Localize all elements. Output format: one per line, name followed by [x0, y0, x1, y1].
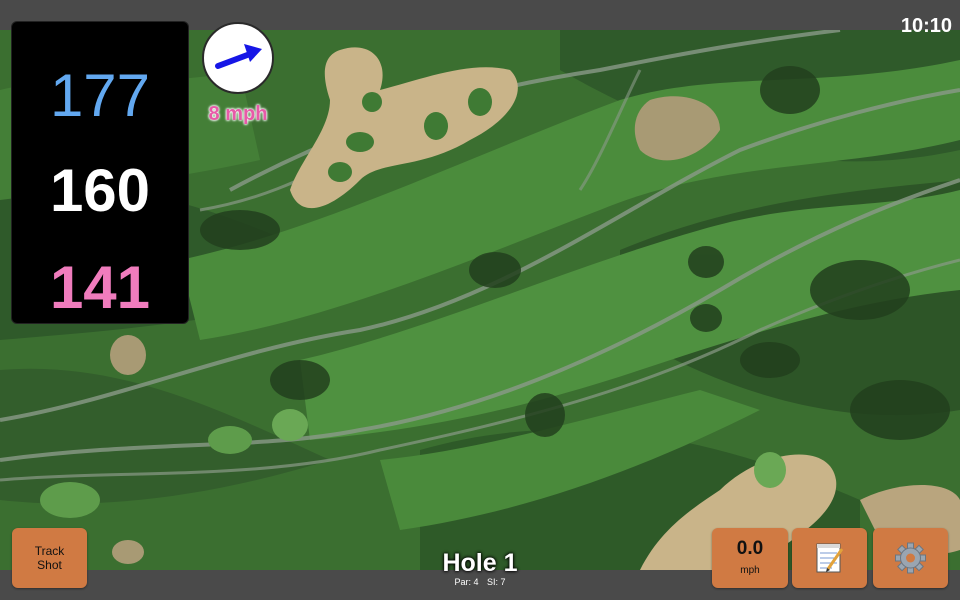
track-shot-label-line1: Track — [34, 544, 65, 558]
notepad-icon — [816, 543, 844, 573]
speed-unit: mph — [740, 565, 760, 576]
distance-panel: 177 160 141 — [11, 21, 189, 324]
clock-time: 10:10 — [900, 15, 952, 37]
wind-direction-indicator — [202, 22, 274, 94]
arrow-right-up-icon — [215, 44, 262, 69]
distance-to-back: 177 — [49, 62, 151, 129]
speed-value: 0.0 — [736, 538, 764, 559]
par-label: Par: 4 — [454, 577, 479, 587]
gear-icon — [895, 542, 926, 574]
wind-speed: 8 mph — [208, 103, 268, 125]
settings-button[interactable] — [873, 528, 948, 588]
track-shot-button[interactable]: Track Shot — [12, 528, 87, 588]
stroke-index-label: SI: 7 — [487, 577, 506, 587]
track-shot-label-line2: Shot — [37, 558, 62, 572]
distance-to-front: 141 — [49, 254, 151, 321]
notes-button[interactable] — [792, 528, 867, 588]
hole-info: Par: 4 SI: 7 — [380, 577, 580, 587]
golf-gps-screen: 10:10 177 160 141 8 mph Track Shot Hole … — [0, 0, 960, 600]
speed-button[interactable]: 0.0 mph — [712, 528, 788, 588]
hole-title: Hole 1 — [442, 549, 518, 577]
distance-to-middle: 160 — [49, 157, 151, 224]
